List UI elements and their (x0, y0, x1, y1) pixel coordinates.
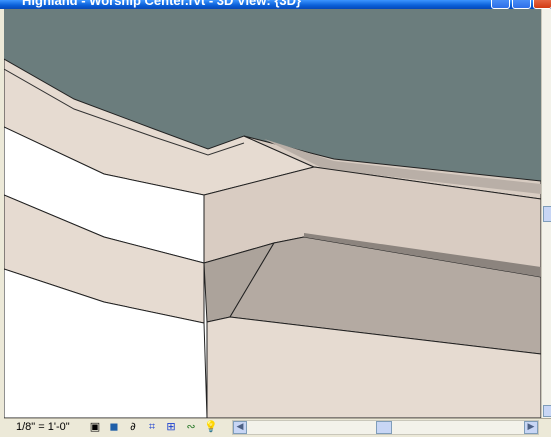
maximize-button[interactable] (512, 0, 531, 9)
building-model-render (4, 9, 541, 418)
horizontal-scrollbar[interactable]: ◀ ▶ (232, 420, 539, 435)
vertical-scroll-thumb[interactable] (543, 206, 551, 222)
view-scale[interactable]: 1/8" = 1'-0" (16, 421, 70, 433)
window-titlebar[interactable]: Highland - Worship Center.rvt - 3D View:… (0, 0, 551, 9)
shadows-icon[interactable]: ∂ (126, 420, 140, 434)
3d-view-canvas[interactable] (4, 9, 541, 418)
detail-level-icon[interactable]: ▣ (88, 420, 102, 434)
vertical-scrollbar[interactable] (541, 9, 551, 418)
minimize-button[interactable] (491, 0, 510, 9)
close-button[interactable] (533, 0, 551, 9)
model-graphics-style-icon[interactable]: ◼ (107, 420, 121, 434)
view-control-bar: 1/8" = 1'-0" ▣ ◼ ∂ ⌗ ⊞ ∾ 💡 ◀ ▶ (4, 418, 551, 437)
horizontal-scroll-thumb[interactable] (376, 421, 392, 434)
window-title: Highland - Worship Center.rvt - 3D View:… (22, 0, 302, 8)
reveal-hidden-icon[interactable]: 💡 (204, 420, 218, 434)
scroll-down-arrow[interactable] (543, 405, 551, 417)
scroll-left-arrow[interactable]: ◀ (233, 421, 247, 434)
scroll-right-arrow[interactable]: ▶ (524, 421, 538, 434)
crop-region-icon[interactable]: ⌗ (145, 420, 159, 434)
show-crop-icon[interactable]: ⊞ (164, 420, 178, 434)
temporary-hide-icon[interactable]: ∾ (184, 420, 198, 434)
